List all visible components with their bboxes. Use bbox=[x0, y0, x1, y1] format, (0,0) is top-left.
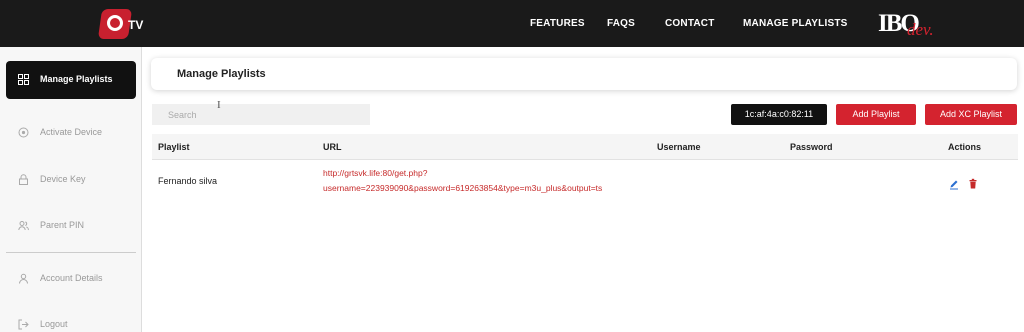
playlist-name: Fernando silva bbox=[158, 176, 218, 186]
text-cursor-icon: I bbox=[217, 99, 221, 111]
delete-icon[interactable] bbox=[968, 177, 978, 189]
logo-ring-icon bbox=[107, 15, 123, 31]
sidebar-item-label: Account Details bbox=[40, 273, 103, 283]
nav-features[interactable]: FEATURES bbox=[530, 18, 585, 29]
main-content: Manage Playlists I 1c:af:4a:c0:82:11 Add… bbox=[142, 47, 1024, 332]
logout-icon bbox=[18, 319, 29, 330]
mac-address-button[interactable]: 1c:af:4a:c0:82:11 bbox=[731, 104, 827, 125]
url-line-1: http://grtsvk.life:80/get.php? bbox=[323, 168, 428, 178]
nav-faqs[interactable]: FAQS bbox=[607, 18, 635, 29]
brand-sub-text: dev. bbox=[907, 20, 934, 39]
lock-icon bbox=[18, 174, 29, 185]
add-playlist-button[interactable]: Add Playlist bbox=[836, 104, 916, 125]
add-xc-playlist-button[interactable]: Add XC Playlist bbox=[925, 104, 1017, 125]
sidebar-divider bbox=[6, 252, 136, 253]
sidebar-item-label: Logout bbox=[40, 319, 68, 329]
top-navbar: TV FEATURES FAQS CONTACT MANAGE PLAYLIST… bbox=[0, 0, 1024, 47]
users-icon bbox=[18, 220, 29, 231]
user-icon bbox=[18, 273, 29, 284]
sidebar: Manage Playlists Activate Device Device … bbox=[0, 47, 142, 332]
sidebar-item-logout[interactable]: Logout bbox=[6, 306, 136, 332]
page-title: Manage Playlists bbox=[177, 68, 266, 80]
sidebar-item-parent-pin[interactable]: Parent PIN bbox=[6, 207, 136, 245]
table-row: Fernando silva http://grtsvk.life:80/get… bbox=[152, 160, 1018, 208]
sidebar-item-account-details[interactable]: Account Details bbox=[6, 260, 136, 298]
column-header-actions: Actions bbox=[948, 142, 982, 152]
logo-text: TV bbox=[128, 18, 144, 32]
search-input[interactable] bbox=[152, 104, 370, 125]
column-header-playlist: Playlist bbox=[158, 142, 190, 152]
column-header-url: URL bbox=[323, 142, 342, 152]
sidebar-item-label: Parent PIN bbox=[40, 220, 85, 230]
sidebar-item-label: Manage Playlists bbox=[40, 74, 113, 84]
page-title-card: Manage Playlists bbox=[151, 58, 1017, 90]
table-header: Playlist URL Username Password Actions bbox=[152, 134, 1018, 160]
sidebar-item-device-key[interactable]: Device Key bbox=[6, 161, 136, 199]
nav-contact[interactable]: CONTACT bbox=[665, 18, 715, 29]
target-icon bbox=[18, 127, 29, 138]
column-header-username: Username bbox=[657, 142, 701, 152]
url-line-2: username=223939090&password=619263854&ty… bbox=[323, 183, 603, 193]
playlist-url: http://grtsvk.life:80/get.php? username=… bbox=[323, 168, 602, 193]
sidebar-item-label: Activate Device bbox=[40, 127, 103, 137]
nav-manage-playlists[interactable]: MANAGE PLAYLISTS bbox=[743, 18, 848, 29]
sidebar-item-manage-playlists[interactable]: Manage Playlists bbox=[6, 61, 136, 99]
brand-logo: IBO dev. bbox=[878, 10, 938, 40]
sidebar-item-label: Device Key bbox=[40, 174, 86, 184]
grid-icon bbox=[18, 74, 29, 85]
edit-icon[interactable] bbox=[949, 177, 959, 190]
column-header-password: Password bbox=[790, 142, 833, 152]
sidebar-item-activate-device[interactable]: Activate Device bbox=[6, 114, 136, 152]
app-logo[interactable]: TV bbox=[97, 9, 146, 41]
